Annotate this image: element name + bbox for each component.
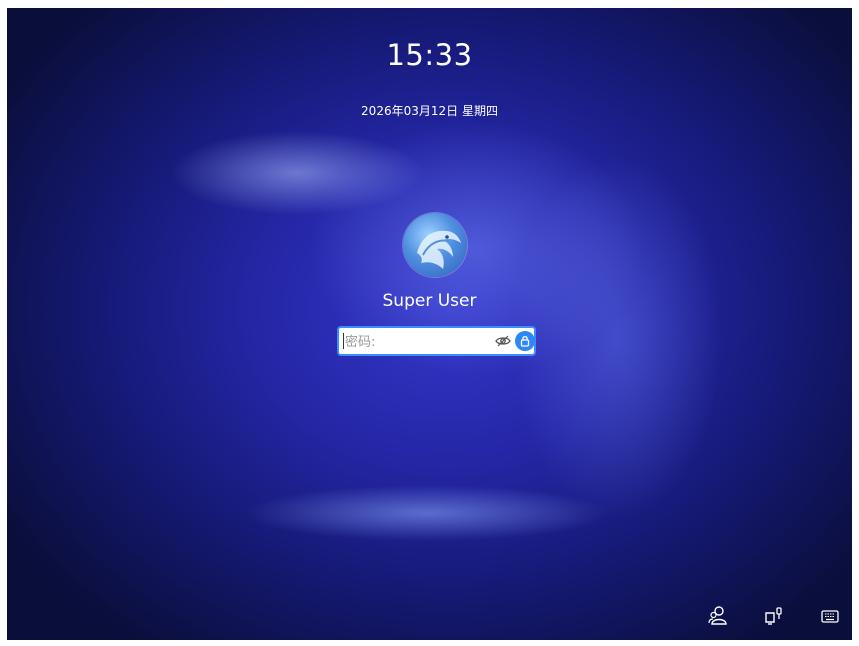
lock-screen: 15:33 2026年03月12日 星期四 Super User <box>7 8 852 640</box>
users-icon[interactable] <box>707 605 729 627</box>
keyboard-icon[interactable] <box>819 605 841 627</box>
text-caret <box>343 333 344 349</box>
password-input[interactable] <box>343 331 487 353</box>
user-avatar[interactable] <box>403 213 467 277</box>
unlock-button[interactable] <box>515 331 535 351</box>
password-field[interactable] <box>337 326 536 356</box>
user-name: Super User <box>382 291 477 311</box>
eye-icon[interactable] <box>495 334 511 348</box>
power-icon[interactable] <box>763 605 785 627</box>
dragon-avatar-icon <box>417 230 461 269</box>
clock: 15:33 <box>386 38 473 72</box>
unlock-icon <box>520 336 530 347</box>
date-label: 2026年03月12日 星期四 <box>361 104 498 118</box>
